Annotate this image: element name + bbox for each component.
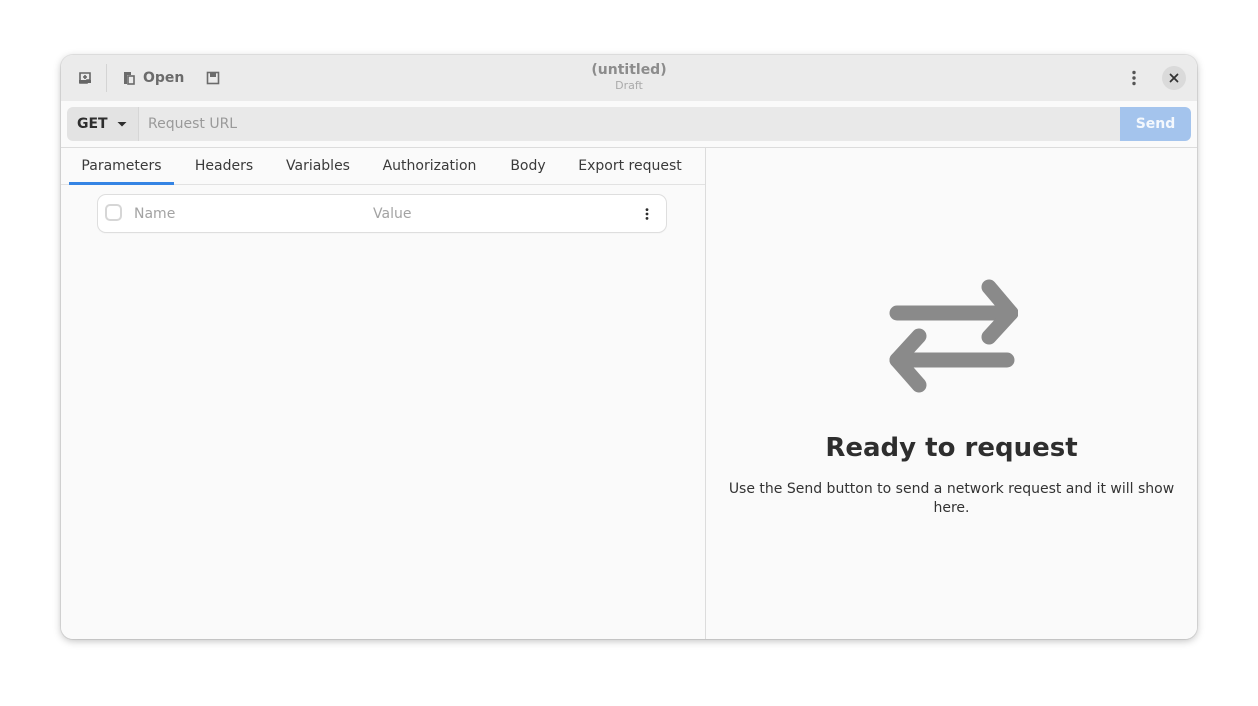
parameter-row-menu-button[interactable]: [636, 203, 658, 225]
method-label: GET: [77, 116, 108, 132]
window-title-block: (untitled) Draft: [529, 62, 729, 93]
parameter-value-input[interactable]: [373, 203, 623, 225]
tab-parameters[interactable]: Parameters: [69, 148, 174, 185]
request-url-input[interactable]: [138, 107, 1120, 141]
header-bar: Open (untitled) Draft: [61, 55, 1197, 102]
parameter-row: [98, 195, 666, 232]
response-pane: Ready to request Use the Send button to …: [706, 148, 1197, 639]
open-button[interactable]: Open: [121, 66, 184, 90]
tab-body[interactable]: Body: [497, 148, 559, 184]
request-tabs: Parameters Headers Variables Authorizati…: [61, 148, 705, 185]
close-button[interactable]: [1162, 66, 1186, 90]
tab-export-request[interactable]: Export request: [569, 148, 691, 184]
status-description: Use the Send button to send a network re…: [728, 481, 1175, 516]
open-label: Open: [143, 70, 185, 86]
parameter-enabled-checkbox[interactable]: [105, 204, 122, 221]
window-subtitle: Draft: [615, 79, 643, 92]
request-bar: GET Send: [61, 101, 1197, 148]
new-tab-icon: [79, 72, 91, 84]
new-tab-button[interactable]: [73, 66, 97, 90]
vertical-dots-icon: [1132, 70, 1136, 86]
main-menu-button[interactable]: [1122, 66, 1146, 90]
document-open-icon: [124, 72, 135, 85]
tab-authorization[interactable]: Authorization: [372, 148, 487, 184]
arrows-exchange-icon: [886, 276, 1019, 400]
header-separator: [106, 64, 107, 92]
status-title: Ready to request: [825, 433, 1078, 463]
window-title: (untitled): [591, 62, 667, 78]
send-button[interactable]: Send: [1120, 107, 1191, 141]
vertical-dots-icon: [645, 208, 649, 220]
tab-headers[interactable]: Headers: [184, 148, 264, 184]
chevron-down-icon: [117, 122, 127, 127]
save-button[interactable]: [201, 66, 225, 90]
method-dropdown[interactable]: GET: [67, 107, 138, 141]
tab-variables[interactable]: Variables: [274, 148, 362, 184]
parameter-name-input[interactable]: [134, 203, 359, 225]
save-icon: [206, 71, 220, 85]
request-pane: Parameters Headers Variables Authorizati…: [61, 148, 706, 639]
app-window: Open (untitled) Draft GET Request URL Se…: [61, 55, 1197, 639]
close-icon: [1169, 73, 1179, 83]
